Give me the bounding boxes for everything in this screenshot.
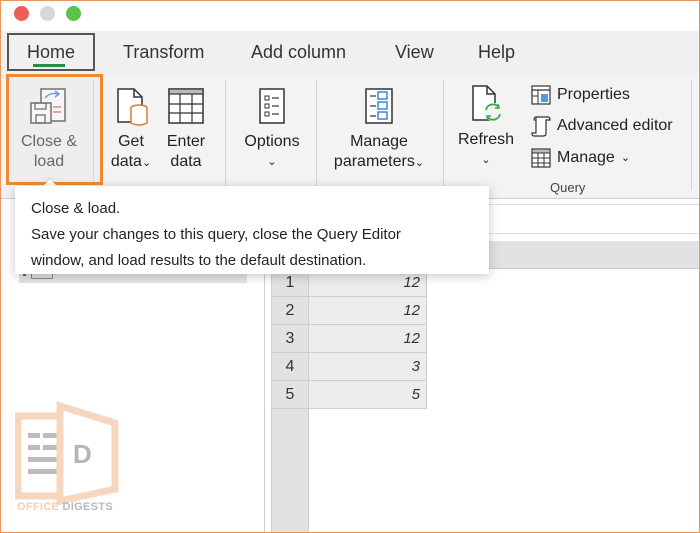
group-separator: [225, 80, 226, 190]
options-label: Options: [244, 133, 300, 150]
refresh-label: Refresh: [457, 131, 515, 148]
enter-data-label-2: data: [170, 153, 202, 170]
manage-button[interactable]: Manage ⌄: [531, 147, 630, 169]
watermark-part-2: DIGESTS: [62, 501, 113, 513]
table-row[interactable]: 5 5: [271, 381, 427, 409]
get-data-label-1: Get: [118, 133, 144, 150]
ribbon: Close & load Get data⌄ Enter data Option…: [1, 76, 699, 199]
close-and-load-tooltip: Close & load. Save your changes to this …: [15, 186, 489, 274]
ribbon-tabs: Home Transform Add column View Help: [1, 31, 699, 76]
tab-help[interactable]: Help: [474, 31, 519, 73]
row-number: 5: [271, 381, 309, 409]
cell-value[interactable]: 12: [309, 297, 427, 325]
logo-letter: D: [73, 439, 92, 469]
tab-transform[interactable]: Transform: [119, 31, 208, 73]
chevron-down-icon: ⌄: [267, 156, 277, 168]
enter-data-button[interactable]: Enter data: [161, 86, 211, 172]
cell-value[interactable]: 5: [309, 381, 427, 409]
table-row[interactable]: 4 3: [271, 353, 427, 381]
table-row[interactable]: 3 12: [271, 325, 427, 353]
row-number: 2: [271, 297, 309, 325]
cell-value[interactable]: 12: [309, 325, 427, 353]
row-number: 4: [271, 353, 309, 381]
maximize-window-button[interactable]: [66, 6, 81, 21]
title-bar: [1, 1, 699, 31]
properties-icon: [531, 85, 551, 105]
properties-label: Properties: [557, 86, 630, 103]
chevron-down-icon: ⌄: [141, 157, 152, 169]
properties-button[interactable]: Properties: [531, 84, 630, 106]
tooltip-title: Close & load.: [31, 200, 121, 217]
advanced-editor-label: Advanced editor: [557, 117, 673, 134]
close-and-load-highlight: [6, 74, 103, 185]
chevron-down-icon: ⌄: [414, 157, 425, 169]
advanced-editor-button[interactable]: Advanced editor: [531, 115, 673, 137]
tab-home[interactable]: Home: [7, 33, 95, 71]
tab-view[interactable]: View: [391, 31, 438, 73]
group-separator: [691, 80, 692, 190]
watermark-part-1: OFFICE: [17, 501, 60, 513]
manage-parameters-label-2: parameters: [333, 153, 415, 170]
tab-add-column[interactable]: Add column: [247, 31, 350, 73]
table-row[interactable]: 2 12: [271, 297, 427, 325]
parameters-icon: [365, 88, 393, 124]
enter-data-label-1: Enter: [166, 133, 206, 150]
group-separator: [316, 80, 317, 190]
tab-home-label: Home: [26, 42, 75, 62]
tooltip-line-2: window, and load results to the default …: [31, 252, 367, 269]
watermark-text: OFFICE DIGESTS: [17, 501, 113, 513]
table-icon: [168, 88, 204, 124]
get-data-button[interactable]: Get data⌄: [107, 86, 155, 173]
manage-label: Manage: [557, 149, 615, 166]
manage-parameters-button[interactable]: Manage parameters⌄: [327, 86, 431, 173]
database-file-icon: [117, 88, 148, 126]
close-window-button[interactable]: [14, 6, 29, 21]
options-button[interactable]: Options ⌄: [237, 86, 307, 172]
active-tab-indicator: [33, 64, 65, 67]
chevron-down-icon: ⌄: [620, 152, 631, 164]
scroll-icon: [531, 116, 551, 137]
refresh-button[interactable]: Refresh ⌄: [453, 84, 519, 170]
chevron-down-icon: ⌄: [481, 154, 491, 166]
minimize-window-button[interactable]: [40, 6, 55, 21]
checklist-icon: [259, 88, 285, 124]
office-digests-logo-icon: D: [15, 401, 119, 506]
group-separator: [443, 80, 444, 190]
get-data-label-2: data: [110, 153, 142, 170]
refresh-icon: [472, 85, 502, 121]
app-window: Home Transform Add column View Help Clos…: [0, 0, 700, 533]
cell-value[interactable]: 3: [309, 353, 427, 381]
grid-icon: [531, 148, 551, 168]
row-number: 3: [271, 325, 309, 353]
manage-parameters-label-1: Manage: [350, 133, 408, 150]
tooltip-line-1: Save your changes to this query, close t…: [31, 226, 401, 243]
group-label-query: Query: [550, 180, 586, 195]
